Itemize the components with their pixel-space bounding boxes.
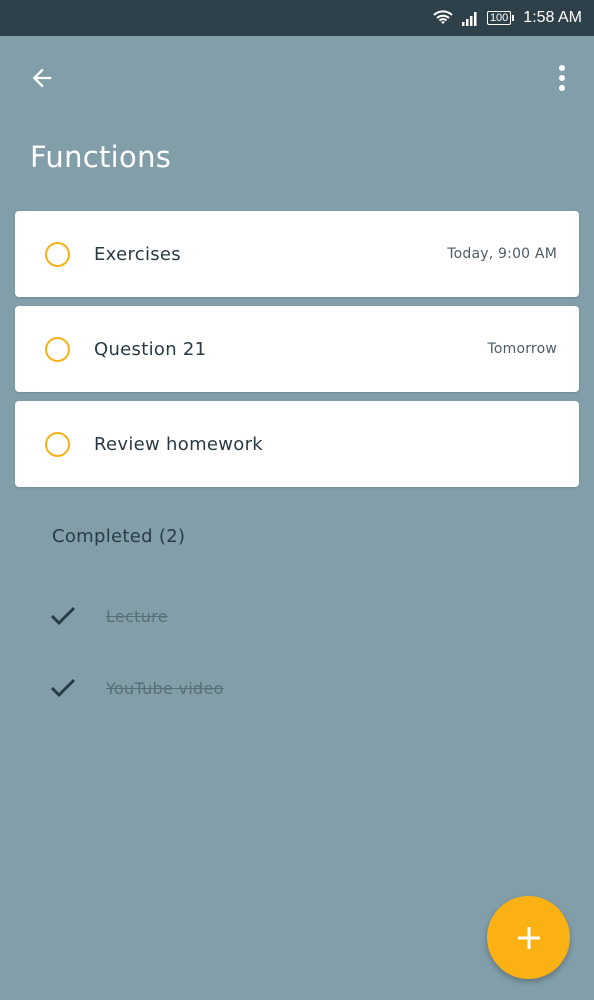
completed-section-toggle[interactable]: Completed (2) bbox=[52, 526, 185, 547]
status-time: 1:58 AM bbox=[523, 9, 582, 26]
task-due-date: Today, 9:00 AM bbox=[447, 246, 557, 262]
task-card[interactable]: Review homework bbox=[15, 401, 579, 487]
task-checkbox[interactable] bbox=[45, 337, 70, 362]
back-button[interactable] bbox=[20, 58, 64, 98]
overflow-menu-button[interactable] bbox=[548, 58, 576, 98]
task-title: Exercises bbox=[94, 243, 181, 265]
task-title: Review homework bbox=[94, 433, 264, 455]
more-vertical-icon bbox=[558, 65, 566, 91]
completed-item-title: YouTube video bbox=[106, 678, 224, 698]
task-checkbox[interactable] bbox=[45, 432, 70, 457]
completed-item-title: Lecture bbox=[106, 606, 168, 626]
status-icons: 100 1:58 AM bbox=[433, 0, 582, 36]
plus-icon bbox=[516, 925, 542, 951]
wifi-icon bbox=[433, 10, 453, 26]
task-list: Exercises Today, 9:00 AM Question 21 Tom… bbox=[15, 211, 579, 496]
completed-item[interactable]: YouTube video bbox=[48, 668, 448, 708]
task-due-date: Tomorrow bbox=[487, 341, 557, 357]
task-card[interactable]: Exercises Today, 9:00 AM bbox=[15, 211, 579, 297]
task-checkbox[interactable] bbox=[45, 242, 70, 267]
battery-icon: 100 bbox=[486, 11, 515, 25]
status-bar: 100 1:58 AM bbox=[0, 0, 594, 36]
task-card[interactable]: Question 21 Tomorrow bbox=[15, 306, 579, 392]
signal-icon bbox=[461, 10, 479, 26]
checkmark-icon[interactable] bbox=[48, 601, 78, 631]
completed-item[interactable]: Lecture bbox=[48, 596, 448, 636]
toolbar bbox=[0, 36, 594, 120]
page-title: Functions bbox=[30, 140, 172, 174]
add-task-button[interactable] bbox=[487, 896, 570, 979]
checkmark-icon[interactable] bbox=[48, 673, 78, 703]
task-title: Question 21 bbox=[94, 338, 207, 360]
arrow-left-icon bbox=[28, 64, 56, 92]
